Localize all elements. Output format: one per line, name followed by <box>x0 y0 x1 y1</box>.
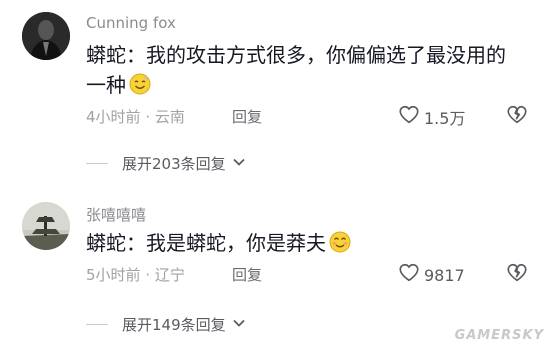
dislike-button[interactable] <box>505 262 529 288</box>
chevron-down-icon <box>226 155 246 173</box>
avatar[interactable] <box>22 202 70 250</box>
comment-item: Cunning fox 蟒蛇：我的攻击方式很多，你偏偏选了最没用的一种 4小时前… <box>0 0 550 175</box>
expand-replies-label: 展开203条回复 <box>122 155 226 173</box>
broken-heart-icon <box>505 105 529 130</box>
expand-replies-button[interactable]: 展开149条回复 <box>86 314 246 335</box>
divider <box>86 324 108 325</box>
heart-icon <box>398 104 424 130</box>
location: 云南 <box>154 108 185 126</box>
like-button[interactable]: 9817 <box>398 262 465 288</box>
broken-heart-icon <box>505 263 529 288</box>
username[interactable]: Cunning fox <box>86 14 176 32</box>
comment-item: 张嘻嘻嘻 蟒蛇：我是蟒蛇，你是莽夫 5小时前 · 辽宁 回复 9817 展开14… <box>0 190 550 347</box>
smile-emoji-icon <box>128 72 152 104</box>
like-count: 9817 <box>424 265 465 285</box>
expand-replies-label: 展开149条回复 <box>122 316 226 334</box>
blush-emoji-icon <box>328 230 352 262</box>
expand-replies-button[interactable]: 展开203条回复 <box>86 153 246 174</box>
reply-button[interactable]: 回复 <box>232 264 262 285</box>
heart-icon <box>398 262 424 288</box>
comment-meta: 5小时前 · 辽宁 <box>86 264 185 285</box>
comment-text-body: 蟒蛇：我是蟒蛇，你是莽夫 <box>86 231 326 255</box>
dislike-button[interactable] <box>505 104 529 130</box>
reply-button[interactable]: 回复 <box>232 106 262 127</box>
watermark-logo: GAMERSKY <box>454 328 544 343</box>
comment-meta: 4小时前 · 云南 <box>86 106 185 127</box>
like-count: 1.5万 <box>424 109 466 128</box>
divider <box>86 163 108 164</box>
chevron-down-icon <box>226 316 246 334</box>
location: 辽宁 <box>154 266 185 284</box>
meta-separator: · <box>140 266 155 284</box>
meta-separator: · <box>140 108 155 126</box>
timestamp: 4小时前 <box>86 108 141 126</box>
username[interactable]: 张嘻嘻嘻 <box>86 204 146 225</box>
timestamp: 5小时前 <box>86 266 141 284</box>
comment-text: 蟒蛇：我是蟒蛇，你是莽夫 <box>86 228 506 262</box>
comment-text: 蟒蛇：我的攻击方式很多，你偏偏选了最没用的一种 <box>86 40 506 104</box>
like-button[interactable]: 1.5万 <box>398 104 465 130</box>
avatar[interactable] <box>22 12 70 60</box>
